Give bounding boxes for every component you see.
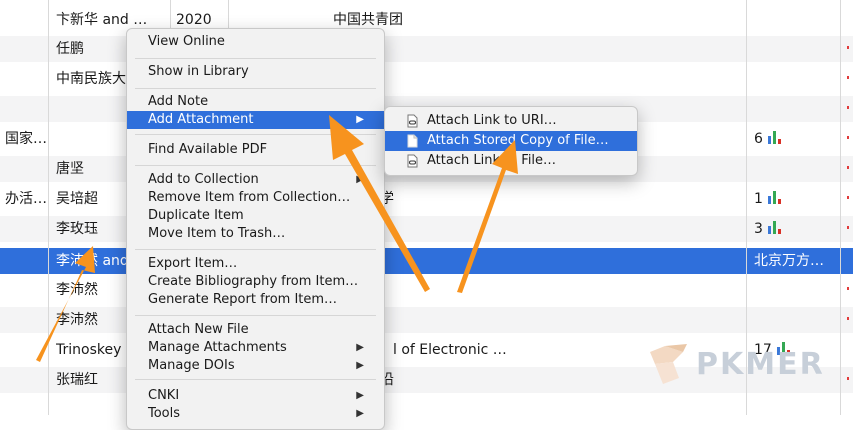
publication-cell: 学 bbox=[380, 191, 394, 207]
menu-item-manage-dois[interactable]: Manage DOIs ▶ bbox=[127, 357, 384, 375]
bar-chart-icon bbox=[767, 129, 783, 145]
attachments-cell: 1 bbox=[754, 186, 834, 212]
menu-item-show-in-library[interactable]: Show in Library bbox=[127, 63, 384, 81]
unread-marker bbox=[847, 287, 849, 290]
menu-item-add-note[interactable]: Add Note bbox=[127, 93, 384, 111]
menu-item-add-attachment[interactable]: Add Attachment ▶ bbox=[127, 111, 384, 129]
menu-item-export-item[interactable]: Export Item… bbox=[127, 255, 384, 273]
attachments-cell: 3 bbox=[754, 216, 834, 242]
menu-separator bbox=[135, 165, 376, 166]
bar-chart-icon bbox=[767, 219, 783, 235]
menu-separator bbox=[135, 134, 376, 135]
menu-separator bbox=[135, 315, 376, 316]
menu-item-move-to-trash[interactable]: Move Item to Trash… bbox=[127, 225, 384, 243]
menu-item-create-bibliography[interactable]: Create Bibliography from Item… bbox=[127, 273, 384, 291]
menu-separator bbox=[135, 249, 376, 250]
publication-cell: 报 bbox=[333, 36, 743, 62]
submenu-arrow-icon: ▶ bbox=[356, 114, 364, 125]
unread-marker bbox=[847, 377, 849, 380]
menu-item-view-online[interactable]: View Online bbox=[127, 33, 384, 51]
publication-cell: 中国共青团 bbox=[333, 12, 403, 28]
unread-marker bbox=[847, 136, 849, 139]
submenu-item-attach-stored-copy[interactable]: Attach Stored Copy of File… bbox=[385, 131, 637, 151]
menu-item-attach-new-file[interactable]: Attach New File bbox=[127, 321, 384, 339]
menu-item-remove-from-collection[interactable]: Remove Item from Collection… bbox=[127, 189, 384, 207]
submenu-item-attach-link-to-uri[interactable]: Attach Link to URI… bbox=[385, 111, 637, 131]
submenu-arrow-icon: ▶ bbox=[356, 174, 364, 185]
unread-marker bbox=[847, 106, 849, 109]
publication-cell: 族报 bbox=[333, 66, 743, 92]
submenu-item-attach-link-to-file[interactable]: Attach Link to File… bbox=[385, 151, 637, 171]
add-attachment-submenu: Attach Link to URI… Attach Stored Copy o… bbox=[384, 106, 638, 176]
pkmer-logo-text: PKMER bbox=[696, 347, 825, 382]
menu-item-find-available-pdf[interactable]: Find Available PDF bbox=[127, 141, 384, 159]
menu-separator bbox=[135, 379, 376, 380]
link-icon bbox=[407, 154, 418, 168]
title-cell: 国家… bbox=[5, 131, 47, 147]
unread-marker bbox=[847, 76, 849, 79]
submenu-arrow-icon: ▶ bbox=[356, 360, 364, 371]
file-icon bbox=[407, 134, 418, 148]
submenu-arrow-icon: ▶ bbox=[356, 390, 364, 401]
unread-marker bbox=[847, 317, 849, 320]
unread-marker bbox=[847, 226, 849, 229]
menu-item-tools[interactable]: Tools ▶ bbox=[127, 405, 384, 423]
submenu-arrow-icon: ▶ bbox=[356, 342, 364, 353]
menu-separator bbox=[135, 58, 376, 59]
unread-marker bbox=[847, 46, 849, 49]
menu-item-duplicate-item[interactable]: Duplicate Item bbox=[127, 207, 384, 225]
submenu-arrow-icon: ▶ bbox=[356, 408, 364, 419]
unread-marker bbox=[847, 166, 849, 169]
attachments-cell: 6 bbox=[754, 126, 834, 152]
attachments-cell: 北京万方… bbox=[754, 253, 824, 269]
menu-separator bbox=[135, 88, 376, 89]
menu-item-manage-attachments[interactable]: Manage Attachments ▶ bbox=[127, 339, 384, 357]
menu-item-cnki[interactable]: CNKI ▶ bbox=[127, 387, 384, 405]
bar-chart-icon bbox=[767, 189, 783, 205]
unread-marker bbox=[847, 196, 849, 199]
column-divider[interactable] bbox=[48, 0, 49, 415]
context-menu: View Online Show in Library Add Note Add… bbox=[126, 28, 385, 430]
title-cell: 办活… bbox=[5, 191, 47, 207]
menu-item-generate-report[interactable]: Generate Report from Item… bbox=[127, 291, 384, 309]
menu-item-add-to-collection[interactable]: Add to Collection ▶ bbox=[127, 171, 384, 189]
link-icon bbox=[407, 114, 418, 128]
